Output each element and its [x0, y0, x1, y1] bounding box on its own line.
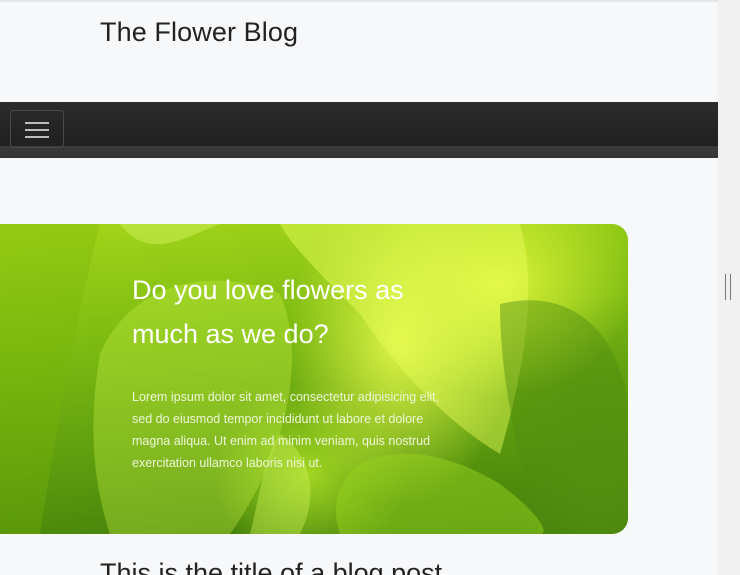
vertical-scrollbar[interactable] [718, 0, 740, 575]
scrollbar-thumb[interactable] [725, 274, 731, 300]
page: The Flower Blog Do you love flowers as m… [0, 0, 718, 575]
navbar [0, 102, 718, 158]
hero-banner: Do you love flowers as much as we do? Lo… [0, 224, 628, 534]
blog-post-title[interactable]: This is the title of a blog post [100, 558, 442, 575]
hero-description: Lorem ipsum dolor sit amet, consectetur … [132, 390, 440, 470]
site-title[interactable]: The Flower Blog [100, 17, 298, 48]
top-divider [0, 0, 718, 2]
hero-heading: Do you love flowers as much as we do? [132, 275, 404, 349]
navbar-toggle-button[interactable] [10, 110, 64, 148]
